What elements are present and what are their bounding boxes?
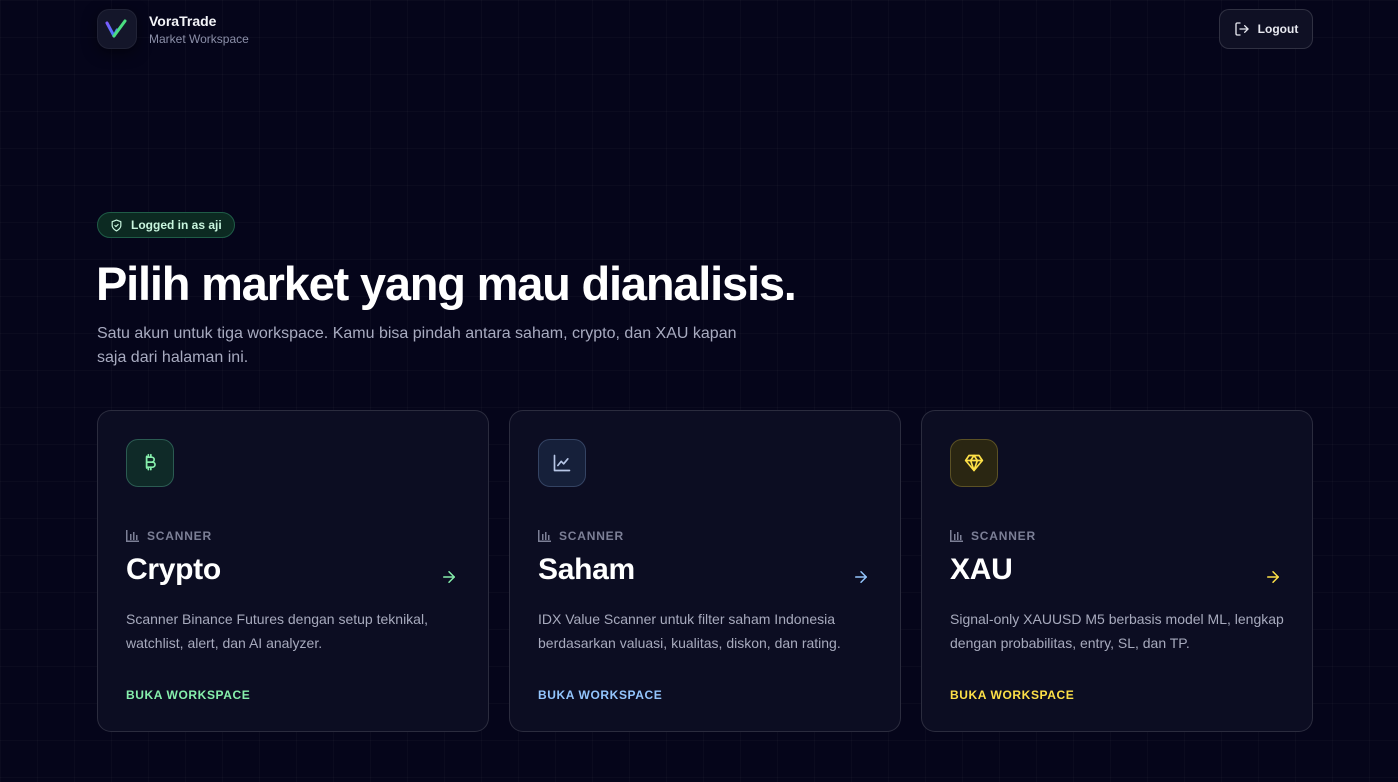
brand[interactable]: VoraTrade Market Workspace	[97, 9, 249, 49]
arrow-right-icon	[1267, 571, 1279, 583]
bar-chart-icon	[126, 530, 139, 542]
card-xau[interactable]: SCANNER XAU Signal-only XAUUSD M5 berbas…	[921, 410, 1313, 732]
scanner-tag: SCANNER	[126, 529, 212, 543]
page-title: Pilih market yang mau dianalisis.	[96, 257, 797, 310]
bar-chart-icon	[950, 530, 963, 542]
line-chart-icon	[538, 439, 586, 487]
card-crypto[interactable]: SCANNER Crypto Scanner Binance Futures d…	[97, 410, 489, 732]
logout-label: Logout	[1257, 22, 1299, 36]
logged-in-badge: Logged in as aji	[97, 212, 235, 238]
card-description: Signal-only XAUUSD M5 berbasis model ML,…	[950, 611, 1284, 651]
scanner-tag: SCANNER	[538, 529, 624, 543]
logout-icon	[1235, 22, 1249, 36]
bar-chart-icon	[538, 530, 551, 542]
brand-subtitle: Market Workspace	[149, 31, 249, 46]
scanner-tag: SCANNER	[950, 529, 1036, 543]
card-description: IDX Value Scanner untuk filter saham Ind…	[538, 611, 841, 651]
card-description: Scanner Binance Futures dengan setup tek…	[126, 611, 428, 651]
tag-label: SCANNER	[147, 529, 212, 543]
page-subtitle: Satu akun untuk tiga workspace. Kamu bis…	[97, 325, 737, 366]
card-title: Crypto	[126, 553, 221, 586]
top-header: VoraTrade Market Workspace Logout	[97, 9, 1313, 49]
arrow-right-icon	[855, 571, 867, 583]
logged-in-text: Logged in as aji	[131, 218, 222, 232]
gem-icon	[950, 439, 998, 487]
card-title: Saham	[538, 553, 635, 586]
arrow-right-icon	[443, 571, 455, 583]
open-workspace-link[interactable]: BUKA WORKSPACE	[126, 688, 250, 702]
shield-icon	[111, 218, 122, 232]
open-workspace-link[interactable]: BUKA WORKSPACE	[538, 688, 662, 702]
tag-label: SCANNER	[559, 529, 624, 543]
vora-logo-icon	[97, 9, 137, 49]
logout-button[interactable]: Logout	[1219, 9, 1313, 49]
card-saham[interactable]: SCANNER Saham IDX Value Scanner untuk fi…	[509, 410, 901, 732]
open-workspace-link[interactable]: BUKA WORKSPACE	[950, 688, 1074, 702]
card-title: XAU	[950, 553, 1013, 586]
bitcoin-icon	[126, 439, 174, 487]
brand-name: VoraTrade	[149, 12, 217, 29]
tag-label: SCANNER	[971, 529, 1036, 543]
